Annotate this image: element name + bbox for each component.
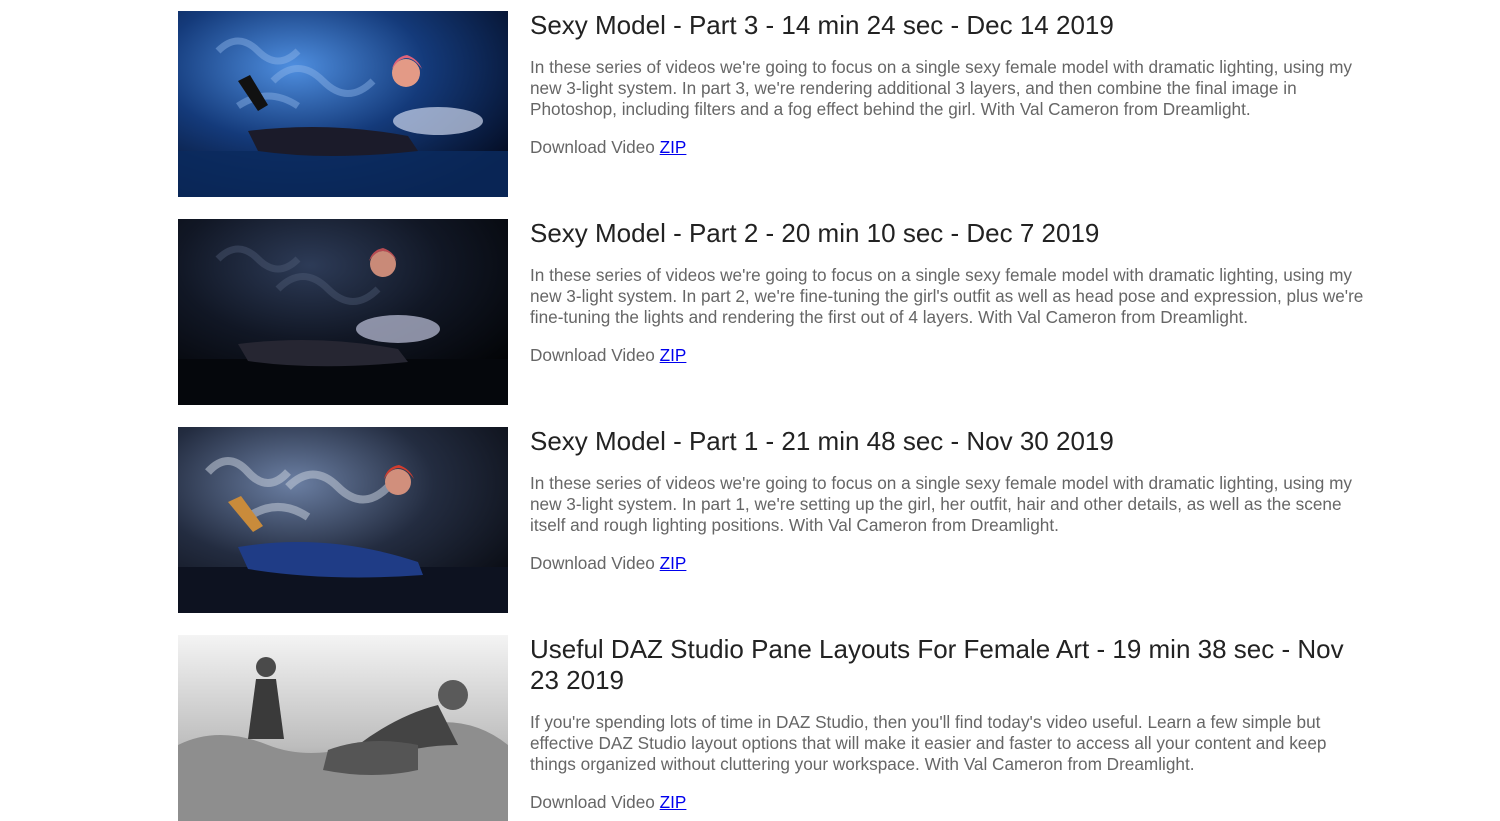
video-info: Sexy Model - Part 3 - 14 min 24 sec - De… [530, 10, 1365, 158]
thumbnail-image [178, 11, 508, 197]
thumbnail-image [178, 219, 508, 405]
zip-link[interactable]: ZIP [660, 792, 687, 812]
video-entry: Sexy Model - Part 3 - 14 min 24 sec - De… [178, 10, 1368, 197]
video-thumbnail[interactable] [178, 219, 508, 405]
video-entry: Useful DAZ Studio Pane Layouts For Femal… [178, 634, 1368, 821]
video-description: In these series of videos we're going to… [530, 57, 1353, 119]
video-info: Sexy Model - Part 2 - 20 min 10 sec - De… [530, 218, 1365, 366]
video-thumbnail[interactable] [178, 427, 508, 613]
download-row: Download Video ZIP [530, 345, 1365, 366]
zip-link[interactable]: ZIP [660, 553, 687, 573]
video-description: If you're spending lots of time in DAZ S… [530, 712, 1327, 774]
video-info: Sexy Model - Part 1 - 21 min 48 sec - No… [530, 426, 1365, 574]
zip-link[interactable]: ZIP [660, 345, 687, 365]
video-info: Useful DAZ Studio Pane Layouts For Femal… [530, 634, 1365, 813]
video-title: Useful DAZ Studio Pane Layouts For Femal… [530, 634, 1344, 695]
download-label: Download Video [530, 792, 655, 812]
thumbnail-image [178, 635, 508, 821]
download-label: Download Video [530, 553, 655, 573]
download-row: Download Video ZIP [530, 792, 1365, 813]
video-title: Sexy Model - Part 1 - 21 min 48 sec - No… [530, 426, 1114, 456]
zip-link[interactable]: ZIP [660, 137, 687, 157]
video-description: In these series of videos we're going to… [530, 473, 1353, 535]
download-row: Download Video ZIP [530, 553, 1365, 574]
video-title: Sexy Model - Part 3 - 14 min 24 sec - De… [530, 10, 1114, 40]
video-title: Sexy Model - Part 2 - 20 min 10 sec - De… [530, 218, 1100, 248]
video-list: Sexy Model - Part 3 - 14 min 24 sec - De… [178, 10, 1368, 821]
video-entry: Sexy Model - Part 2 - 20 min 10 sec - De… [178, 218, 1368, 405]
video-description: In these series of videos we're going to… [530, 265, 1364, 327]
download-label: Download Video [530, 137, 655, 157]
thumbnail-image [178, 427, 508, 613]
video-entry: Sexy Model - Part 1 - 21 min 48 sec - No… [178, 426, 1368, 613]
video-thumbnail[interactable] [178, 11, 508, 197]
download-row: Download Video ZIP [530, 137, 1365, 158]
download-label: Download Video [530, 345, 655, 365]
video-thumbnail[interactable] [178, 635, 508, 821]
